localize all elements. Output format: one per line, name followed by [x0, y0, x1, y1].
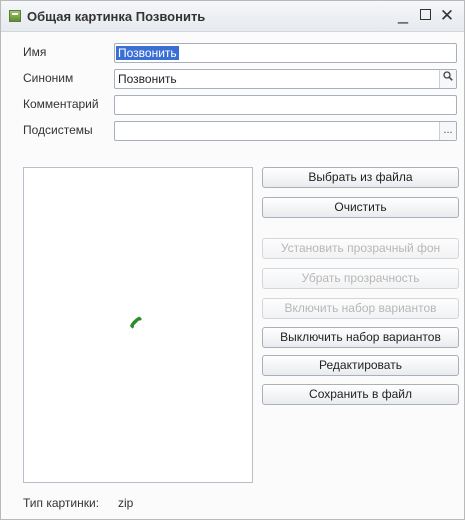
comment-label: Комментарий: [23, 97, 99, 111]
maximize-icon: [419, 9, 431, 21]
maximize-button[interactable]: [415, 6, 435, 26]
synonym-field-value: Позвонить: [118, 72, 177, 86]
title-bar: Общая картинка Позвонить _ ✕: [1, 1, 464, 32]
remove-transparency-button[interactable]: Убрать прозрачность: [262, 268, 459, 289]
window-title: Общая картинка Позвонить: [27, 9, 206, 24]
magnifier-icon: [443, 71, 453, 81]
enable-variant-set-button[interactable]: Включить набор вариантов: [262, 298, 459, 319]
phone-handset-icon: [130, 316, 142, 329]
clear-button[interactable]: Очистить: [262, 197, 459, 218]
subsystems-label: Подсистемы: [23, 123, 93, 137]
picture-type-value: zip: [118, 496, 134, 510]
disable-variant-set-button[interactable]: Выключить набор вариантов: [262, 327, 459, 348]
synonym-field[interactable]: Позвонить: [114, 69, 457, 89]
subsystems-select-button[interactable]: ...: [439, 122, 456, 140]
close-button[interactable]: ✕: [437, 6, 457, 26]
picture-preview: [23, 167, 253, 483]
name-label: Имя: [23, 45, 47, 59]
comment-field[interactable]: [114, 95, 457, 115]
synonym-select-button[interactable]: [439, 70, 456, 88]
save-to-file-button[interactable]: Сохранить в файл: [262, 384, 459, 405]
edit-button[interactable]: Редактировать: [262, 355, 459, 376]
select-from-file-button[interactable]: Выбрать из файла: [262, 167, 459, 188]
synonym-label: Синоним: [23, 71, 74, 85]
subsystems-field[interactable]: ...: [114, 121, 457, 141]
window-app-icon: [9, 10, 21, 22]
name-field-value: Позвонить: [116, 46, 179, 60]
picture-type-label: Тип картинки:: [23, 496, 100, 510]
picture-editor-window: Общая картинка Позвонить _ ✕ Имя Позвони…: [0, 0, 465, 520]
minimize-button[interactable]: _: [393, 5, 413, 26]
set-transparent-background-button[interactable]: Установить прозрачный фон: [262, 238, 459, 259]
name-field[interactable]: Позвонить: [114, 43, 457, 63]
